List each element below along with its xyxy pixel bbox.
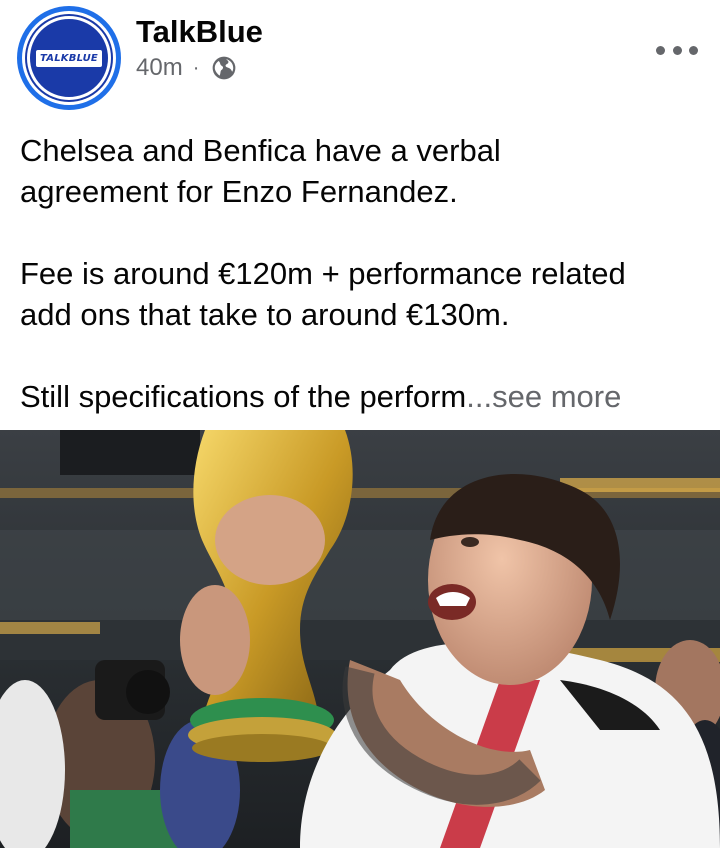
- stadium-light-band: [0, 622, 100, 634]
- photo-illustration: [0, 430, 720, 848]
- ellipsis: ...: [466, 379, 493, 414]
- post-meta: 40m ·: [136, 54, 237, 82]
- post-text-line: Still specifications of the perform: [20, 379, 467, 414]
- post-text-truncated-line: Still specifications of the perform...se…: [20, 376, 700, 417]
- more-dot: [689, 45, 698, 55]
- see-more-link[interactable]: see more: [492, 379, 621, 414]
- avatar-logo-text: TALKBLUE: [36, 49, 102, 67]
- globe-icon: [212, 56, 236, 80]
- post-text-line: agreement for Enzo Fernandez.: [20, 174, 458, 209]
- post-photo[interactable]: [0, 430, 720, 848]
- more-dot: [656, 45, 665, 55]
- post-text-line: Chelsea and Benfica have a verbal: [20, 133, 501, 168]
- more-options-icon[interactable]: [656, 38, 698, 62]
- post-header: TALKBLUE TalkBlue 40m ·: [0, 0, 720, 118]
- page-name[interactable]: TalkBlue: [136, 14, 263, 50]
- post-text-line: Fee is around €120m + performance relate…: [20, 256, 626, 291]
- avatar-logo: TALKBLUE: [27, 16, 111, 100]
- post-text-line: add ons that take to around €130m.: [20, 297, 510, 332]
- stadium-light-band: [560, 478, 720, 492]
- post-text: Chelsea and Benfica have a verbal agreem…: [20, 130, 700, 417]
- scoreboard-screen: [60, 430, 200, 475]
- page-avatar[interactable]: TALKBLUE: [17, 6, 121, 110]
- meta-separator: ·: [192, 56, 200, 79]
- more-dot: [672, 45, 682, 55]
- post-timestamp[interactable]: 40m: [136, 54, 183, 82]
